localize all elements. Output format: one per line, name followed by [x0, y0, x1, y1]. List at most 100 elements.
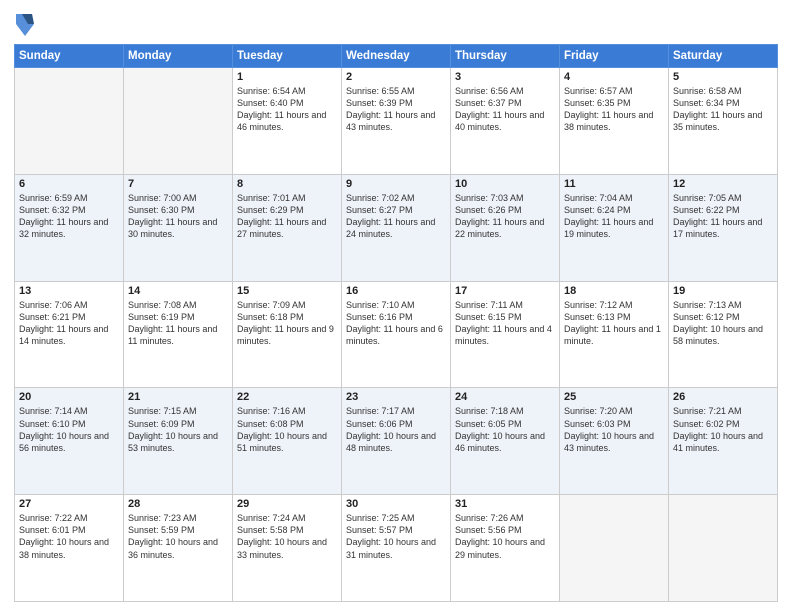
cell-details: Sunrise: 7:04 AM Sunset: 6:24 PM Dayligh…	[564, 192, 664, 241]
cell-details: Sunrise: 7:02 AM Sunset: 6:27 PM Dayligh…	[346, 192, 446, 241]
cell-details: Sunrise: 7:16 AM Sunset: 6:08 PM Dayligh…	[237, 405, 337, 454]
calendar-cell: 16 Sunrise: 7:10 AM Sunset: 6:16 PM Dayli…	[342, 281, 451, 388]
cell-details: Sunrise: 7:22 AM Sunset: 6:01 PM Dayligh…	[19, 512, 119, 561]
calendar-cell: 11 Sunrise: 7:04 AM Sunset: 6:24 PM Dayli…	[560, 174, 669, 281]
day-number: 3	[455, 71, 555, 83]
cell-details: Sunrise: 7:00 AM Sunset: 6:30 PM Dayligh…	[128, 192, 228, 241]
calendar-cell: 2 Sunrise: 6:55 AM Sunset: 6:39 PM Daylig…	[342, 68, 451, 175]
day-number: 21	[128, 391, 228, 403]
cell-details: Sunrise: 7:11 AM Sunset: 6:15 PM Dayligh…	[455, 299, 555, 348]
calendar-cell: 23 Sunrise: 7:17 AM Sunset: 6:06 PM Dayli…	[342, 388, 451, 495]
cell-details: Sunrise: 7:09 AM Sunset: 6:18 PM Dayligh…	[237, 299, 337, 348]
day-number: 16	[346, 285, 446, 297]
calendar-cell: 8 Sunrise: 7:01 AM Sunset: 6:29 PM Daylig…	[233, 174, 342, 281]
calendar-cell: 27 Sunrise: 7:22 AM Sunset: 6:01 PM Dayli…	[15, 495, 124, 602]
calendar-cell: 19 Sunrise: 7:13 AM Sunset: 6:12 PM Dayli…	[669, 281, 778, 388]
day-number: 30	[346, 498, 446, 510]
day-header-saturday: Saturday	[669, 45, 778, 68]
day-number: 20	[19, 391, 119, 403]
cell-details: Sunrise: 7:23 AM Sunset: 5:59 PM Dayligh…	[128, 512, 228, 561]
calendar-cell: 26 Sunrise: 7:21 AM Sunset: 6:02 PM Dayli…	[669, 388, 778, 495]
day-header-monday: Monday	[124, 45, 233, 68]
cell-details: Sunrise: 7:26 AM Sunset: 5:56 PM Dayligh…	[455, 512, 555, 561]
cell-details: Sunrise: 7:05 AM Sunset: 6:22 PM Dayligh…	[673, 192, 773, 241]
day-number: 7	[128, 178, 228, 190]
day-number: 13	[19, 285, 119, 297]
day-number: 5	[673, 71, 773, 83]
day-header-thursday: Thursday	[451, 45, 560, 68]
calendar-cell: 20 Sunrise: 7:14 AM Sunset: 6:10 PM Dayli…	[15, 388, 124, 495]
day-number: 27	[19, 498, 119, 510]
cell-details: Sunrise: 6:59 AM Sunset: 6:32 PM Dayligh…	[19, 192, 119, 241]
calendar-cell: 12 Sunrise: 7:05 AM Sunset: 6:22 PM Dayli…	[669, 174, 778, 281]
cell-details: Sunrise: 6:54 AM Sunset: 6:40 PM Dayligh…	[237, 85, 337, 134]
day-number: 18	[564, 285, 664, 297]
day-number: 12	[673, 178, 773, 190]
calendar-table: SundayMondayTuesdayWednesdayThursdayFrid…	[14, 44, 778, 602]
day-number: 25	[564, 391, 664, 403]
header	[14, 10, 778, 38]
day-number: 17	[455, 285, 555, 297]
calendar-cell	[124, 68, 233, 175]
cell-details: Sunrise: 7:13 AM Sunset: 6:12 PM Dayligh…	[673, 299, 773, 348]
calendar-cell: 13 Sunrise: 7:06 AM Sunset: 6:21 PM Dayli…	[15, 281, 124, 388]
cell-details: Sunrise: 6:56 AM Sunset: 6:37 PM Dayligh…	[455, 85, 555, 134]
day-number: 28	[128, 498, 228, 510]
cell-details: Sunrise: 7:08 AM Sunset: 6:19 PM Dayligh…	[128, 299, 228, 348]
calendar-cell: 17 Sunrise: 7:11 AM Sunset: 6:15 PM Dayli…	[451, 281, 560, 388]
day-number: 9	[346, 178, 446, 190]
calendar-cell: 31 Sunrise: 7:26 AM Sunset: 5:56 PM Dayli…	[451, 495, 560, 602]
calendar-cell: 22 Sunrise: 7:16 AM Sunset: 6:08 PM Dayli…	[233, 388, 342, 495]
calendar-cell: 21 Sunrise: 7:15 AM Sunset: 6:09 PM Dayli…	[124, 388, 233, 495]
cell-details: Sunrise: 7:20 AM Sunset: 6:03 PM Dayligh…	[564, 405, 664, 454]
day-number: 6	[19, 178, 119, 190]
calendar-cell	[15, 68, 124, 175]
calendar-cell: 30Sunrise: 7:25 AM Sunset: 5:57 PM Dayli…	[342, 495, 451, 602]
cell-details: Sunrise: 7:06 AM Sunset: 6:21 PM Dayligh…	[19, 299, 119, 348]
day-number: 4	[564, 71, 664, 83]
cell-details: Sunrise: 7:14 AM Sunset: 6:10 PM Dayligh…	[19, 405, 119, 454]
cell-details: Sunrise: 7:24 AM Sunset: 5:58 PM Dayligh…	[237, 512, 337, 561]
calendar-cell: 24Sunrise: 7:18 AM Sunset: 6:05 PM Dayli…	[451, 388, 560, 495]
day-header-sunday: Sunday	[15, 45, 124, 68]
cell-details: Sunrise: 7:10 AM Sunset: 6:16 PM Dayligh…	[346, 299, 446, 348]
day-number: 2	[346, 71, 446, 83]
day-number: 31	[455, 498, 555, 510]
calendar-page: SundayMondayTuesdayWednesdayThursdayFrid…	[0, 0, 792, 612]
cell-details: Sunrise: 6:55 AM Sunset: 6:39 PM Dayligh…	[346, 85, 446, 134]
day-header-wednesday: Wednesday	[342, 45, 451, 68]
cell-details: Sunrise: 6:57 AM Sunset: 6:35 PM Dayligh…	[564, 85, 664, 134]
calendar-cell	[560, 495, 669, 602]
day-number: 11	[564, 178, 664, 190]
cell-details: Sunrise: 6:58 AM Sunset: 6:34 PM Dayligh…	[673, 85, 773, 134]
cell-details: Sunrise: 7:01 AM Sunset: 6:29 PM Dayligh…	[237, 192, 337, 241]
day-number: 23	[346, 391, 446, 403]
calendar-cell	[669, 495, 778, 602]
calendar-cell: 9 Sunrise: 7:02 AM Sunset: 6:27 PM Daylig…	[342, 174, 451, 281]
calendar-cell: 4 Sunrise: 6:57 AM Sunset: 6:35 PM Daylig…	[560, 68, 669, 175]
calendar-cell: 6 Sunrise: 6:59 AM Sunset: 6:32 PM Daylig…	[15, 174, 124, 281]
logo-icon	[14, 10, 36, 38]
calendar-cell: 1Sunrise: 6:54 AM Sunset: 6:40 PM Daylig…	[233, 68, 342, 175]
calendar-cell: 25 Sunrise: 7:20 AM Sunset: 6:03 PM Dayli…	[560, 388, 669, 495]
calendar-cell: 5 Sunrise: 6:58 AM Sunset: 6:34 PM Daylig…	[669, 68, 778, 175]
cell-details: Sunrise: 7:21 AM Sunset: 6:02 PM Dayligh…	[673, 405, 773, 454]
cell-details: Sunrise: 7:15 AM Sunset: 6:09 PM Dayligh…	[128, 405, 228, 454]
calendar-cell: 14 Sunrise: 7:08 AM Sunset: 6:19 PM Dayli…	[124, 281, 233, 388]
cell-details: Sunrise: 7:17 AM Sunset: 6:06 PM Dayligh…	[346, 405, 446, 454]
day-number: 8	[237, 178, 337, 190]
day-number: 14	[128, 285, 228, 297]
calendar-cell: 10 Sunrise: 7:03 AM Sunset: 6:26 PM Dayli…	[451, 174, 560, 281]
day-number: 10	[455, 178, 555, 190]
day-number: 22	[237, 391, 337, 403]
day-header-friday: Friday	[560, 45, 669, 68]
day-number: 26	[673, 391, 773, 403]
calendar-cell: 29 Sunrise: 7:24 AM Sunset: 5:58 PM Dayli…	[233, 495, 342, 602]
cell-details: Sunrise: 7:03 AM Sunset: 6:26 PM Dayligh…	[455, 192, 555, 241]
calendar-cell: 15Sunrise: 7:09 AM Sunset: 6:18 PM Dayli…	[233, 281, 342, 388]
calendar-cell: 28 Sunrise: 7:23 AM Sunset: 5:59 PM Dayli…	[124, 495, 233, 602]
day-number: 29	[237, 498, 337, 510]
calendar-cell: 3 Sunrise: 6:56 AM Sunset: 6:37 PM Daylig…	[451, 68, 560, 175]
calendar-cell: 18Sunrise: 7:12 AM Sunset: 6:13 PM Dayli…	[560, 281, 669, 388]
day-number: 19	[673, 285, 773, 297]
